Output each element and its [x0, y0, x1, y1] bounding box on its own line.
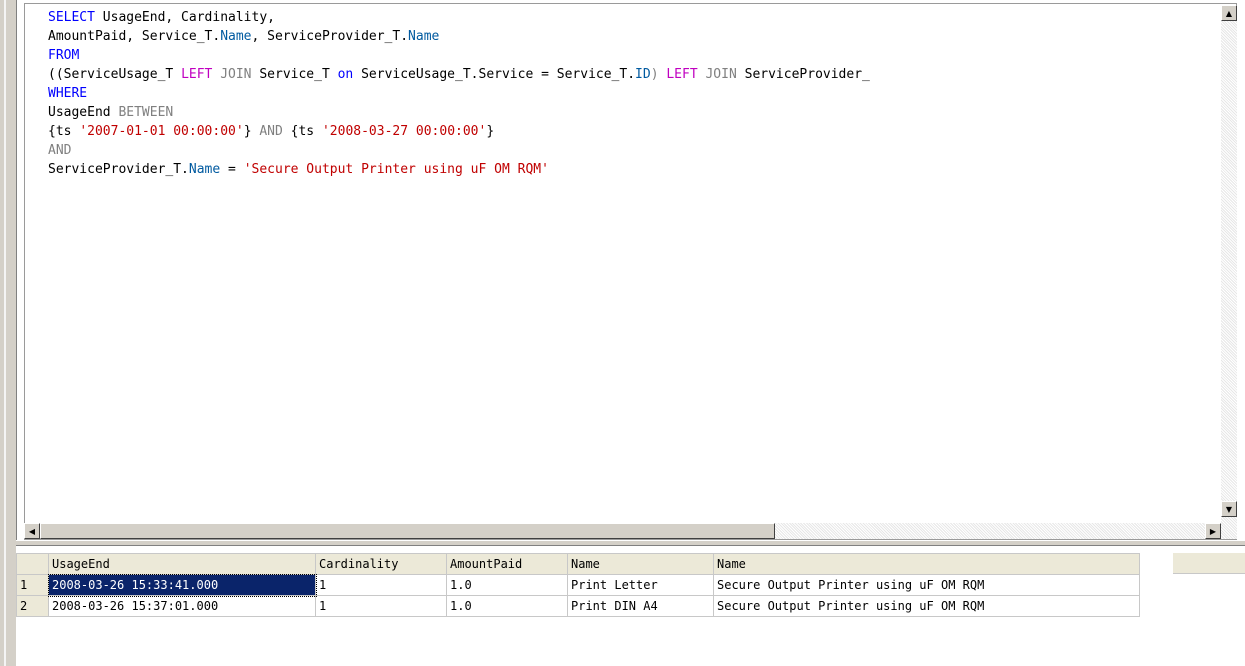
row-number[interactable]: 2 — [16, 595, 49, 617]
horizontal-scroll-thumb[interactable] — [40, 523, 775, 539]
sql-token: Name — [220, 29, 252, 44]
sql-token: '2007-01-01 00:00:00' — [79, 124, 244, 139]
table-cell[interactable]: 1 — [315, 595, 447, 617]
scroll-right-arrow-icon[interactable]: ▶ — [1205, 523, 1221, 539]
editor-vertical-scrollbar[interactable]: ▲ ▼ — [1221, 5, 1237, 539]
sql-token: ServiceProvider_ — [736, 67, 870, 82]
sql-token: ) — [650, 67, 667, 82]
table-cell[interactable]: 1 — [315, 574, 447, 596]
sql-token: 'Secure Output Printer using uF OM RQM' — [243, 162, 549, 177]
sql-editor[interactable]: SELECT UsageEnd, Cardinality, AmountPaid,… — [24, 3, 1237, 540]
sql-token: Name — [408, 29, 440, 44]
scroll-left-arrow-icon[interactable]: ◀ — [24, 523, 40, 539]
sql-token: ID — [635, 67, 651, 82]
sql-token: ServiceProvider_T. — [48, 162, 189, 177]
sql-token: AND — [48, 143, 72, 158]
scroll-up-arrow-icon[interactable]: ▲ — [1221, 5, 1237, 21]
row-number[interactable]: 1 — [16, 574, 49, 596]
sql-line: ((ServiceUsage_T LEFT JOIN Service_T on … — [48, 65, 870, 84]
sql-token: ((ServiceUsage_T — [48, 67, 182, 82]
sql-token: FROM — [48, 48, 80, 63]
editor-horizontal-scrollbar[interactable]: ◀ ▶ — [24, 523, 1221, 539]
sql-line: UsageEnd BETWEEN — [48, 103, 870, 122]
column-header[interactable]: Name — [567, 553, 714, 575]
table-cell[interactable]: 1.0 — [446, 574, 568, 596]
sql-token: '2008-03-27 00:00:00' — [321, 124, 487, 139]
window-left-border — [0, 0, 17, 666]
table-cell[interactable]: 2008-03-26 15:33:41.000 — [47, 573, 317, 597]
sql-line: ServiceProvider_T.Name = 'Secure Output … — [48, 160, 870, 179]
header-row: UsageEnd Cardinality AmountPaid Name Name — [16, 553, 1140, 575]
results-table: UsageEnd Cardinality AmountPaid Name Name 1 20… — [16, 553, 1140, 617]
sql-line: AmountPaid, Service_T.Name, ServiceProvi… — [48, 27, 870, 46]
sql-token: SELECT — [48, 10, 95, 25]
left-border-highlight — [4, 0, 6, 666]
sql-token: AND — [259, 124, 283, 139]
table-cell[interactable]: 2008-03-26 15:37:01.000 — [48, 595, 316, 617]
sql-line: FROM — [48, 46, 870, 65]
table-cell[interactable]: Secure Output Printer using uF OM RQM — [713, 574, 1140, 596]
column-header[interactable]: UsageEnd — [48, 553, 316, 575]
scroll-down-arrow-icon[interactable]: ▼ — [1221, 501, 1237, 517]
sql-line: WHERE — [48, 84, 870, 103]
sql-token: LEFT — [181, 67, 213, 82]
sql-token: ServiceUsage_T.Service = Service_T. — [353, 67, 636, 82]
results-grid: UsageEnd Cardinality AmountPaid Name Name 1 20… — [16, 546, 1245, 666]
column-header[interactable]: Cardinality — [315, 553, 447, 575]
corner-cell[interactable] — [16, 553, 49, 575]
sql-token: } — [243, 124, 260, 139]
column-header[interactable]: Name — [713, 553, 1140, 575]
sql-token: {ts — [48, 124, 80, 139]
table-cell[interactable]: Print DIN A4 — [567, 595, 714, 617]
sql-token: JOIN — [212, 67, 252, 82]
sql-token: AmountPaid, Service_T. — [48, 29, 221, 44]
table-cell[interactable]: Secure Output Printer using uF OM RQM — [713, 595, 1140, 617]
sql-token: } — [486, 124, 495, 139]
sql-token: Name — [188, 162, 221, 177]
table-cell[interactable]: 1.0 — [446, 595, 568, 617]
sql-token: BETWEEN — [118, 105, 174, 120]
table-row[interactable]: 2 2008-03-26 15:37:01.000 1 1.0 Print DIN A4… — [16, 595, 1140, 617]
header-filler — [1173, 553, 1245, 574]
sql-token: UsageEnd, Cardinality, — [94, 10, 275, 25]
sql-token: WHERE — [48, 86, 88, 101]
sql-token: = — [220, 162, 244, 177]
sql-line: AND — [48, 141, 870, 160]
sql-token: LEFT — [666, 67, 698, 82]
sql-query-text[interactable]: SELECT UsageEnd, Cardinality, AmountPaid,… — [48, 8, 870, 179]
sql-token: {ts — [282, 124, 322, 139]
sql-token: Service_T — [251, 67, 338, 82]
column-header[interactable]: AmountPaid — [446, 553, 568, 575]
sql-token: JOIN — [697, 67, 737, 82]
sql-line: {ts '2007-01-01 00:00:00'} AND {ts '2008… — [48, 122, 870, 141]
sql-token: on — [337, 67, 354, 82]
sql-line: SELECT UsageEnd, Cardinality, — [48, 8, 870, 27]
sql-token: UsageEnd — [48, 105, 119, 120]
table-cell[interactable]: Print Letter — [567, 574, 714, 596]
table-row[interactable]: 1 2008-03-26 15:33:41.000 1 1.0 Print Letter… — [16, 573, 1140, 597]
sql-token: , ServiceProvider_T. — [251, 29, 409, 44]
